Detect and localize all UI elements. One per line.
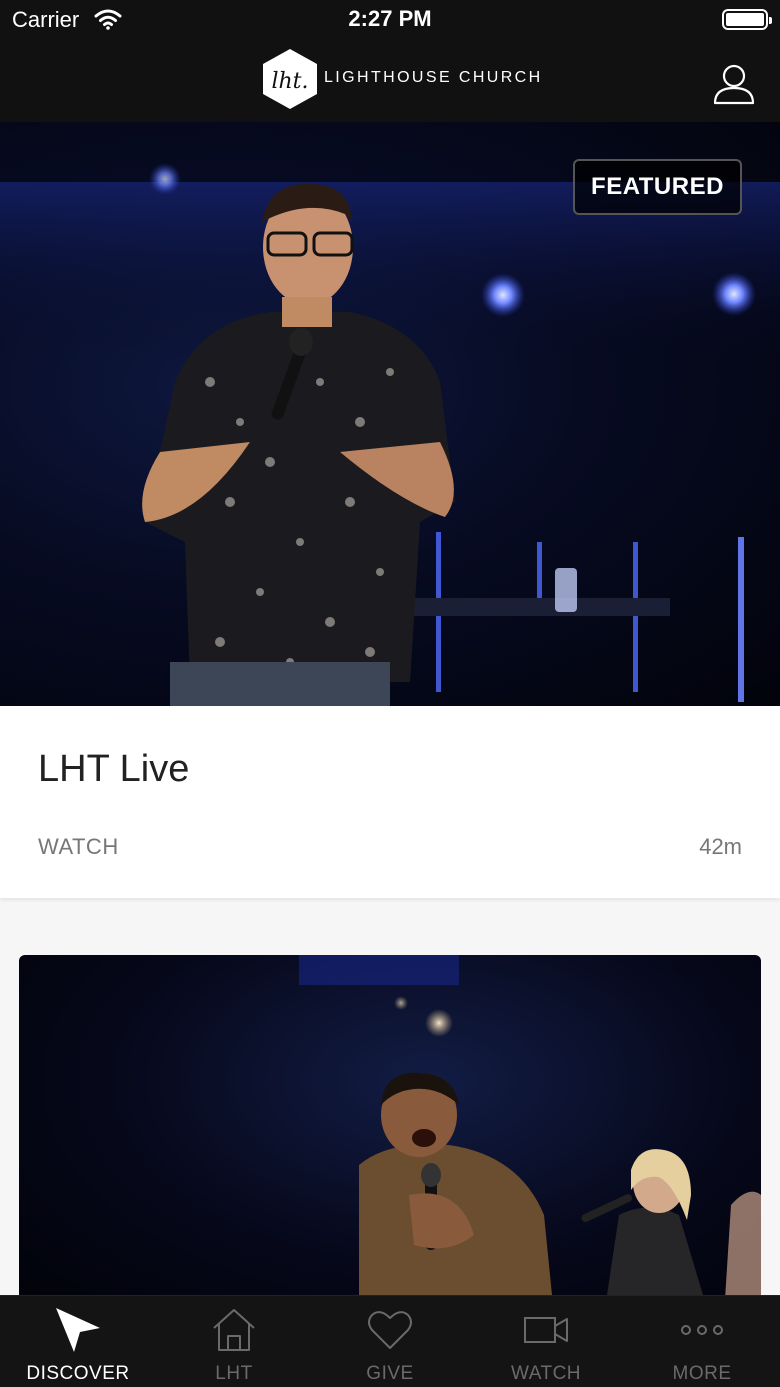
video-camera-icon [524,1317,568,1343]
church-name: LIGHTHOUSE CHURCH [324,69,543,86]
tab-label: DISCOVER [26,1363,130,1384]
profile-icon[interactable] [712,62,756,106]
tab-label: LHT [215,1363,253,1384]
heart-icon [368,1311,412,1349]
home-icon [213,1309,255,1351]
video-duration: 42m [699,834,742,859]
app-header: lht. LIGHTHOUSE CHURCH [0,40,780,122]
status-time: 2:27 PM [348,6,432,31]
worship-photo [299,955,761,1315]
tab-watch[interactable]: WATCH [468,1296,624,1387]
tab-give[interactable]: GIVE [312,1296,468,1387]
tab-more[interactable]: MORE [624,1296,780,1387]
tab-label: WATCH [510,1363,582,1384]
logo-mark: lht. [271,69,308,94]
tab-lht[interactable]: LHT [156,1296,312,1387]
featured-badge: FEATURED [573,159,742,215]
tab-label: GIVE [366,1363,414,1384]
more-dots-icon [681,1325,723,1335]
navigation-arrow-icon [56,1308,100,1352]
content-card-image[interactable] [19,955,761,1315]
watch-link[interactable]: WATCH [38,834,119,860]
featured-hero-image[interactable]: FEATURED [0,122,780,706]
status-bar: Carrier 2:27 PM [0,0,780,40]
tab-bar: DISCOVER LHT GIVE WATCH MORE [0,1295,780,1387]
tab-label: MORE [672,1363,732,1384]
tab-discover[interactable]: DISCOVER [0,1296,156,1387]
battery-icon [722,9,772,30]
church-logo-icon: lht. [263,49,317,109]
featured-card-info[interactable]: LHT Live WATCH 42m [0,706,780,898]
card-title: LHT Live [38,748,190,790]
